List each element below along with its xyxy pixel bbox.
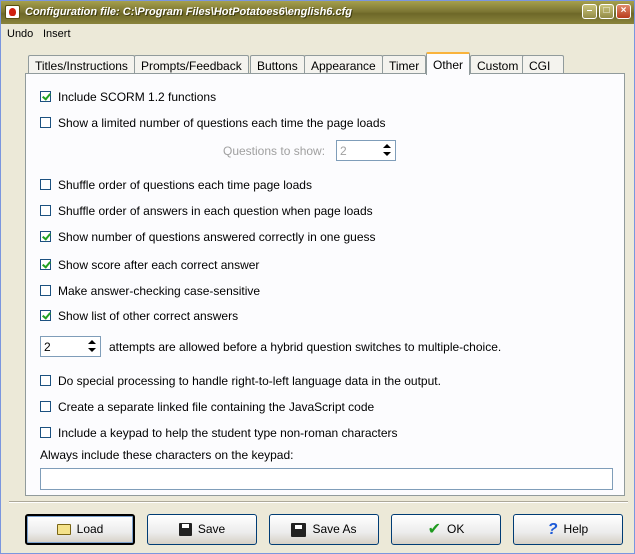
- attempts-value: 2: [44, 340, 51, 354]
- menu-undo[interactable]: Undo: [7, 28, 33, 40]
- separate-js-option[interactable]: Create a separate linked file containing…: [40, 400, 374, 416]
- attempts-spinner[interactable]: 2: [40, 336, 101, 357]
- folder-open-icon: [56, 524, 71, 536]
- case-sensitive-checkbox[interactable]: [40, 285, 51, 296]
- tab-appearance[interactable]: Appearance: [304, 55, 383, 74]
- menu-bar: Undo Insert: [1, 25, 634, 43]
- button-separator: [9, 501, 628, 503]
- checkmark-icon: ✔: [427, 521, 442, 539]
- title-bar: Configuration file: C:\Program Files\Hot…: [1, 1, 634, 24]
- show-score-label: Show score after each correct answer: [58, 258, 260, 272]
- shuffle-answers-label: Shuffle order of answers in each questio…: [58, 204, 373, 218]
- keypad-chars-label: Always include these characters on the k…: [40, 448, 294, 462]
- floppy-disk-icon: [178, 523, 192, 537]
- shuffle-answers-option[interactable]: Shuffle order of answers in each questio…: [40, 204, 373, 220]
- tab-custom[interactable]: Custom: [470, 55, 526, 74]
- question-mark-icon: ?: [547, 521, 558, 539]
- ok-label: OK: [447, 522, 465, 536]
- tab-prompts-feedback[interactable]: Prompts/Feedback: [134, 55, 249, 74]
- show-correct-first-label: Show number of questions answered correc…: [58, 230, 376, 244]
- separate-js-checkbox[interactable]: [40, 401, 51, 412]
- show-other-answers-label: Show list of other correct answers: [58, 309, 239, 323]
- tab-cgi[interactable]: CGI: [522, 55, 564, 74]
- questions-to-show-spinner[interactable]: 2: [336, 140, 396, 161]
- questions-to-show-label: Questions to show:: [223, 144, 326, 158]
- save-label: Save: [197, 522, 226, 536]
- save-as-label: Save As: [312, 522, 357, 536]
- minimize-button[interactable]: –: [582, 4, 597, 19]
- help-button[interactable]: ? Help: [513, 514, 623, 545]
- scorm-label: Include SCORM 1.2 functions: [58, 90, 217, 104]
- ok-button[interactable]: ✔ OK: [391, 514, 501, 545]
- tab-other[interactable]: Other: [426, 52, 471, 75]
- rtl-label: Do special processing to handle right-to…: [58, 374, 441, 388]
- tab-buttons[interactable]: Buttons: [250, 55, 305, 74]
- config-window: Configuration file: C:\Program Files\Hot…: [0, 0, 635, 554]
- tab-timer[interactable]: Timer: [382, 55, 427, 74]
- show-score-option[interactable]: Show score after each correct answer: [40, 258, 259, 274]
- hot-potatoes-icon: [5, 5, 20, 19]
- show-other-answers-checkbox[interactable]: [40, 310, 51, 321]
- maximize-button[interactable]: □: [599, 4, 614, 19]
- limit-questions-label: Show a limited number of questions each …: [58, 116, 386, 130]
- spinner-arrows-icon[interactable]: [85, 338, 99, 355]
- window-title: Configuration file: C:\Program Files\Hot…: [25, 6, 352, 18]
- load-button[interactable]: Load: [25, 514, 135, 545]
- attempts-label: attempts are allowed before a hybrid que…: [109, 340, 502, 354]
- tab-titles-instructions[interactable]: Titles/Instructions: [28, 55, 135, 74]
- shuffle-questions-option[interactable]: Shuffle order of questions each time pag…: [40, 178, 312, 194]
- keypad-option[interactable]: Include a keypad to help the student typ…: [40, 426, 398, 442]
- scorm-checkbox[interactable]: [40, 91, 51, 102]
- shuffle-questions-checkbox[interactable]: [40, 179, 51, 190]
- save-button[interactable]: Save: [147, 514, 257, 545]
- keypad-label: Include a keypad to help the student typ…: [58, 426, 398, 440]
- scorm-option[interactable]: Include SCORM 1.2 functions: [40, 90, 216, 106]
- shuffle-answers-checkbox[interactable]: [40, 205, 51, 216]
- load-label: Load: [76, 522, 104, 536]
- show-correct-first-checkbox[interactable]: [40, 231, 51, 242]
- help-label: Help: [563, 522, 589, 536]
- limit-questions-option[interactable]: Show a limited number of questions each …: [40, 116, 386, 132]
- spinner-arrows-icon[interactable]: [380, 142, 394, 159]
- separate-js-label: Create a separate linked file containing…: [58, 400, 375, 414]
- show-correct-first-option[interactable]: Show number of questions answered correc…: [40, 230, 376, 246]
- rtl-checkbox[interactable]: [40, 375, 51, 386]
- case-sensitive-option[interactable]: Make answer-checking case-sensitive: [40, 284, 260, 300]
- keypad-chars-input[interactable]: [40, 468, 613, 490]
- questions-to-show-value: 2: [340, 144, 347, 158]
- case-sensitive-label: Make answer-checking case-sensitive: [58, 284, 261, 298]
- keypad-checkbox[interactable]: [40, 427, 51, 438]
- other-tab-panel: Include SCORM 1.2 functions Show a limit…: [25, 73, 625, 496]
- save-as-button[interactable]: Save As: [269, 514, 379, 545]
- menu-insert[interactable]: Insert: [43, 28, 71, 40]
- show-other-answers-option[interactable]: Show list of other correct answers: [40, 309, 238, 325]
- rtl-option[interactable]: Do special processing to handle right-to…: [40, 374, 441, 390]
- limit-questions-checkbox[interactable]: [40, 117, 51, 128]
- save-as-icon: [291, 522, 307, 537]
- show-score-checkbox[interactable]: [40, 259, 51, 270]
- close-button[interactable]: ×: [616, 4, 631, 19]
- shuffle-questions-label: Shuffle order of questions each time pag…: [58, 178, 312, 192]
